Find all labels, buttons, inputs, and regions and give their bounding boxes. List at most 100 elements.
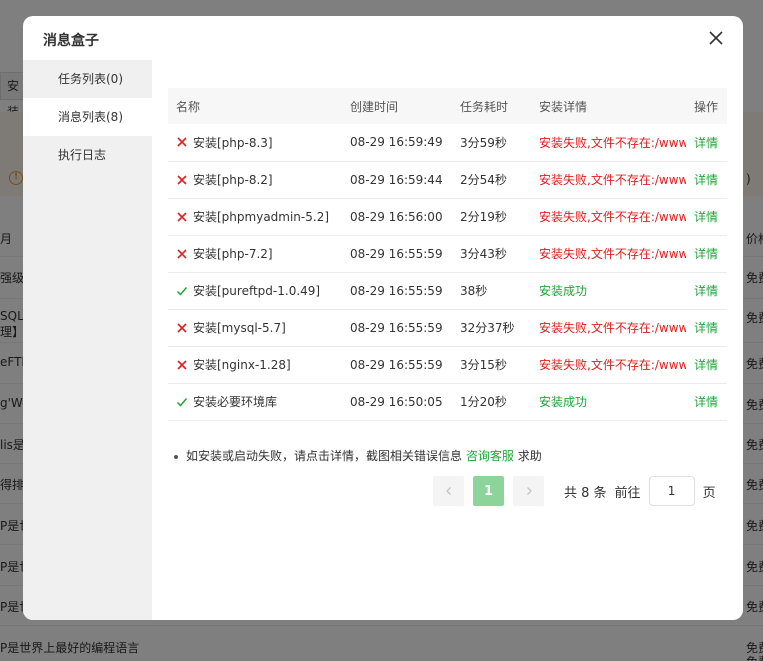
cell-name: 安装[nginx-1.28] [168, 346, 342, 384]
cell-duration: 2分54秒 [452, 161, 531, 199]
task-name: 安装[php-7.2] [193, 247, 273, 261]
table-row: 安装[php-8.2] 08-29 16:59:44 2分54秒 安装失败,文件不存在… [168, 161, 727, 199]
cell-duration: 38秒 [452, 272, 531, 310]
close-button[interactable] [707, 29, 725, 47]
page-unit: 页 [702, 485, 716, 501]
success-check-icon [176, 396, 188, 408]
sidebar-item-task-list[interactable]: 任务列表(0) [23, 60, 152, 98]
goto-label: 前往 [614, 485, 641, 501]
task-name: 安装[php-8.3] [193, 135, 273, 150]
header-duration: 任务耗时 [452, 88, 531, 124]
task-name: 安装[phpmyadmin-5.2] [193, 210, 330, 224]
cell-action: 详情 [686, 235, 727, 273]
next-page-button[interactable] [513, 476, 544, 506]
message-table: 名称 创建时间 任务耗时 安装详情 操作 安装[php-8.3] 08-29 16… [168, 88, 727, 421]
cell-duration: 32分37秒 [452, 309, 531, 347]
chevron-right-icon [526, 487, 532, 495]
help-note: 如安装或启动失败，请点击详情，截图相关错误信息 咨询客服 求助 [174, 447, 542, 464]
header-detail: 安装详情 [531, 88, 686, 124]
cell-created: 08-29 16:55:59 [342, 346, 452, 384]
detail-link[interactable]: 详情 [694, 358, 718, 372]
task-name: 安装[nginx-1.28] [193, 358, 291, 372]
detail-link[interactable]: 详情 [694, 173, 718, 187]
cell-duration: 1分20秒 [452, 383, 531, 421]
cell-duration: 3分43秒 [452, 235, 531, 273]
cell-duration: 3分59秒 [452, 124, 531, 162]
cell-created: 08-29 16:50:05 [342, 383, 452, 421]
table-row: 安装[pureftpd-1.0.49] 08-29 16:55:59 38秒 安装成功… [168, 272, 727, 310]
error-x-icon [176, 211, 188, 223]
cell-created: 08-29 16:55:59 [342, 235, 452, 273]
dialog-title: 消息盒子 [43, 33, 99, 49]
cell-detail: 安装失败,文件不存在:/www/server/panel/install/php… [531, 161, 686, 199]
cell-name: 安装[php-8.2] [168, 161, 342, 199]
cell-action: 详情 [686, 161, 727, 199]
cell-created: 08-29 16:56:00 [342, 198, 452, 236]
task-name: 安装[mysql-5.7] [193, 321, 286, 335]
cell-detail: 安装失败,文件不存在:/www/server/panel/install/php… [531, 124, 686, 162]
table-row: 安装[php-7.2] 08-29 16:55:59 3分43秒 安装失败,文件不存在… [168, 235, 727, 273]
cell-duration: 3分15秒 [452, 346, 531, 384]
table-row: 安装[mysql-5.7] 08-29 16:55:59 32分37秒 安装失败,文件… [168, 309, 727, 347]
header-created: 创建时间 [342, 88, 452, 124]
error-x-icon [176, 359, 188, 371]
detail-link[interactable]: 详情 [694, 210, 718, 224]
cell-name: 安装必要环境库 [168, 383, 342, 421]
pagination: 1 共 8 条 前往 页 [433, 476, 716, 506]
table-header-row: 名称 创建时间 任务耗时 安装详情 操作 [168, 88, 727, 124]
chevron-left-icon [445, 487, 451, 495]
cell-created: 08-29 16:59:49 [342, 124, 452, 162]
sidebar-item-message-list[interactable]: 消息列表(8) [23, 98, 152, 136]
close-icon [709, 31, 723, 45]
cell-action: 详情 [686, 124, 727, 162]
success-check-icon [176, 285, 188, 297]
detail-link[interactable]: 详情 [694, 247, 718, 261]
error-x-icon [176, 136, 188, 148]
task-name: 安装必要环境库 [193, 395, 278, 409]
cell-action: 详情 [686, 309, 727, 347]
table-row: 安装[nginx-1.28] 08-29 16:55:59 3分15秒 安装失败,文件… [168, 346, 727, 384]
cell-detail: 安装失败,文件不存在:/www/server/panel/install/php… [531, 198, 686, 236]
detail-link[interactable]: 详情 [694, 395, 718, 409]
sidebar: 任务列表(0) 消息列表(8) 执行日志 [23, 60, 152, 620]
error-x-icon [176, 174, 188, 186]
error-x-icon [176, 248, 188, 260]
total-count: 共 8 条 [564, 485, 607, 501]
cell-name: 安装[mysql-5.7] [168, 309, 342, 347]
cell-created: 08-29 16:55:59 [342, 309, 452, 347]
cell-duration: 2分19秒 [452, 198, 531, 236]
cell-detail: 安装成功 [531, 383, 686, 421]
table-row: 安装必要环境库 08-29 16:50:05 1分20秒 安装成功 详情 [168, 383, 727, 421]
cell-created: 08-29 16:59:44 [342, 161, 452, 199]
cell-name: 安装[php-7.2] [168, 235, 342, 273]
bullet-dot [174, 454, 178, 459]
sidebar-item-execution-log[interactable]: 执行日志 [23, 136, 152, 174]
cell-action: 详情 [686, 346, 727, 384]
task-name: 安装[php-8.2] [193, 173, 273, 187]
task-name: 安装[pureftpd-1.0.49] [193, 284, 321, 298]
detail-link[interactable]: 详情 [694, 321, 718, 335]
cell-detail: 安装失败,文件不存在:/www/server/panel/install/php… [531, 235, 686, 273]
cell-created: 08-29 16:55:59 [342, 272, 452, 310]
detail-link[interactable]: 详情 [694, 284, 718, 298]
cell-detail: 安装失败,文件不存在:/www/server/panel/install/ngi… [531, 346, 686, 384]
goto-page-input[interactable] [648, 476, 695, 506]
cell-detail: 安装成功 [531, 272, 686, 310]
cell-detail: 安装失败,文件不存在:/www/server/panel/install/mys… [531, 309, 686, 347]
dialog-header: 消息盒子 [23, 16, 743, 60]
contact-support-link[interactable]: 咨询客服 [466, 449, 514, 463]
table-row: 安装[php-8.3] 08-29 16:59:49 3分59秒 安装失败,文件不存在… [168, 124, 727, 162]
header-action: 操作 [686, 88, 727, 124]
header-name: 名称 [168, 88, 342, 124]
detail-link[interactable]: 详情 [694, 136, 718, 150]
message-list-panel: 名称 创建时间 任务耗时 安装详情 操作 安装[php-8.3] 08-29 16… [168, 60, 727, 620]
error-x-icon [176, 322, 188, 334]
note-suffix: 求助 [517, 449, 542, 463]
cell-name: 安装[pureftpd-1.0.49] [168, 272, 342, 310]
page-number-1[interactable]: 1 [473, 476, 504, 506]
cell-name: 安装[phpmyadmin-5.2] [168, 198, 342, 236]
prev-page-button[interactable] [433, 476, 464, 506]
cell-name: 安装[php-8.3] [168, 124, 342, 162]
message-box-dialog: 消息盒子 任务列表(0) 消息列表(8) 执行日志 名称 创建时间 任务耗时 安… [23, 16, 743, 620]
cell-action: 详情 [686, 272, 727, 310]
